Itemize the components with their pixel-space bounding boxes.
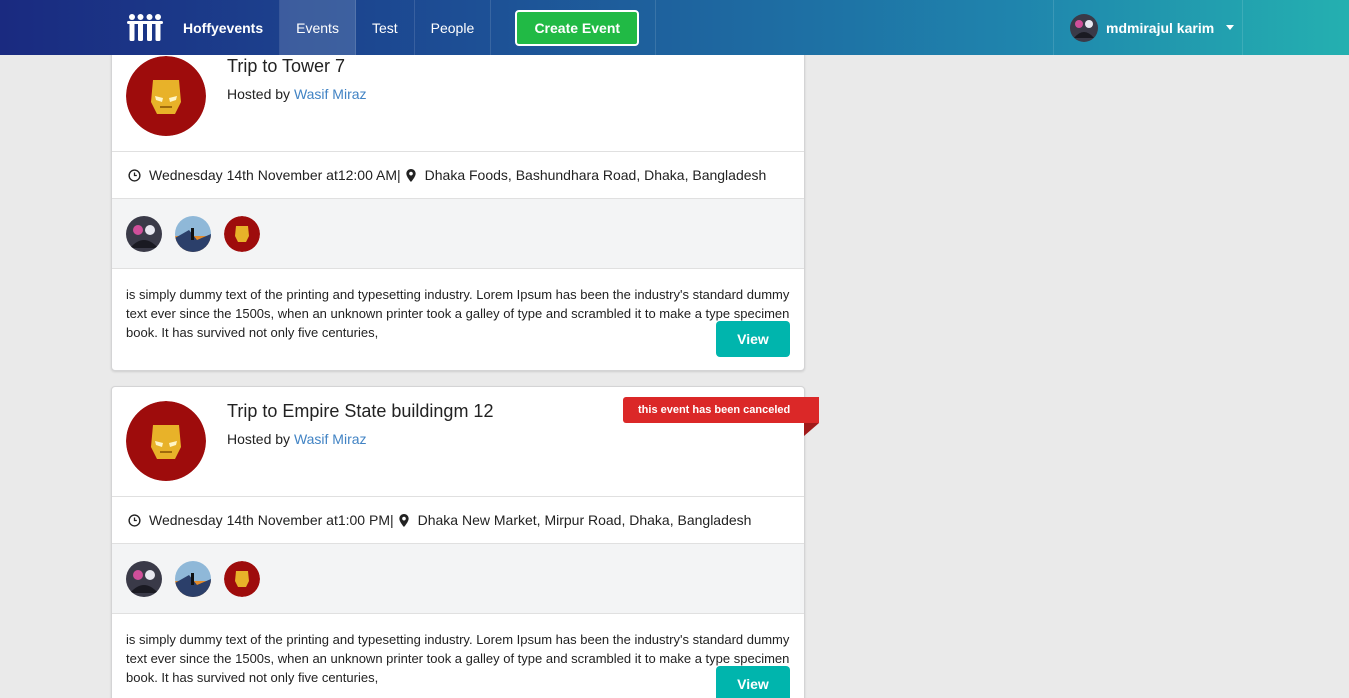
create-event-wrap: Create Event [491,0,657,55]
event-description: is simply dummy text of the printing and… [126,287,790,340]
people-logo-icon [127,13,163,41]
host-link[interactable]: Wasif Miraz [294,86,367,102]
nav-events[interactable]: Events [280,0,356,55]
event-venue: Dhaka New Market, Mirpur Road, Dhaka, Ba… [417,512,752,528]
top-navbar: Hoffyevents Events Test People Create Ev… [0,0,1349,55]
attendees-list [112,544,804,614]
event-host-avatar[interactable] [126,56,206,136]
caret-down-icon [1226,25,1235,30]
attendee-avatar[interactable] [175,560,211,597]
event-description: is simply dummy text of the printing and… [126,632,790,685]
attendee-avatar[interactable] [175,215,211,252]
event-date: Wednesday 14th November at1:00 PM| [149,512,394,528]
attendee-avatar[interactable] [126,215,162,252]
event-card: Trip to Tower 7 Hosted by Wasif Miraz We… [111,30,805,371]
event-meta: Wednesday 14th November at12:00 AM| Dhak… [112,151,804,199]
event-title[interactable]: Trip to Empire State buildingm 12 [227,401,493,422]
clock-icon [128,513,141,527]
user-menu[interactable]: mdmirajul karim [1053,0,1243,55]
map-marker-icon [405,168,416,182]
create-event-button[interactable]: Create Event [515,9,640,46]
hosted-prefix: Hosted by [227,86,294,102]
hosted-by: Hosted by Wasif Miraz [227,431,367,447]
brand-name: Hoffyevents [183,19,264,36]
canceled-ribbon: this event has been canceled [623,397,819,423]
attendees-list [112,199,804,269]
attendee-avatar[interactable] [224,215,260,252]
host-link[interactable]: Wasif Miraz [294,431,367,447]
attendee-avatar[interactable] [224,560,260,597]
event-venue: Dhaka Foods, Bashundhara Road, Dhaka, Ba… [424,167,767,183]
user-avatar [1070,13,1098,42]
hosted-prefix: Hosted by [227,431,294,447]
ribbon-fold [804,423,819,436]
event-host-avatar[interactable] [126,401,206,481]
hosted-by: Hosted by Wasif Miraz [227,86,367,102]
nav-menu: Hoffyevents Events Test People Create Ev… [113,0,657,55]
view-button[interactable]: View [716,321,790,357]
attendee-avatar[interactable] [126,560,162,597]
nav-test[interactable]: Test [356,0,415,55]
event-date: Wednesday 14th November at12:00 AM| [149,167,401,183]
view-button[interactable]: View [716,666,790,698]
event-card: Trip to Empire State buildingm 12 Hosted… [111,386,805,698]
event-meta: Wednesday 14th November at1:00 PM| Dhaka… [112,496,804,544]
user-name: mdmirajul karim [1106,19,1215,36]
clock-icon [128,168,141,182]
event-title[interactable]: Trip to Tower 7 [227,56,345,77]
nav-people[interactable]: People [415,0,492,55]
brand-link[interactable]: Hoffyevents [113,0,281,55]
map-marker-icon [398,513,409,527]
